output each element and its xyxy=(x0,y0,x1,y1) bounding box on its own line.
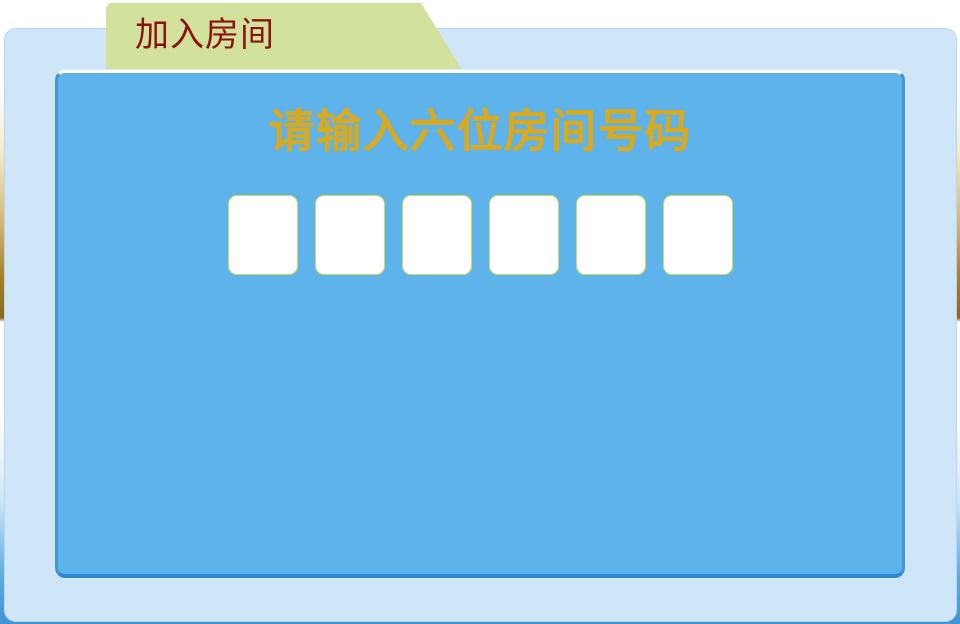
room-code-digit-4[interactable] xyxy=(489,195,559,275)
room-code-digit-5[interactable] xyxy=(576,195,646,275)
room-code-digits xyxy=(228,195,738,277)
room-code-digit-6[interactable] xyxy=(663,195,733,275)
room-code-digit-3[interactable] xyxy=(402,195,472,275)
dialog-title: 加入房间 xyxy=(135,15,275,55)
room-code-prompt: 请输入六位房间号码 xyxy=(268,104,692,158)
room-code-panel: 请输入六位房间号码 xyxy=(55,70,905,578)
room-code-digit-2[interactable] xyxy=(315,195,385,275)
join-room-dialog: 加入房间 请输入六位房间号码 xyxy=(0,0,960,624)
room-code-digit-1[interactable] xyxy=(228,195,298,275)
